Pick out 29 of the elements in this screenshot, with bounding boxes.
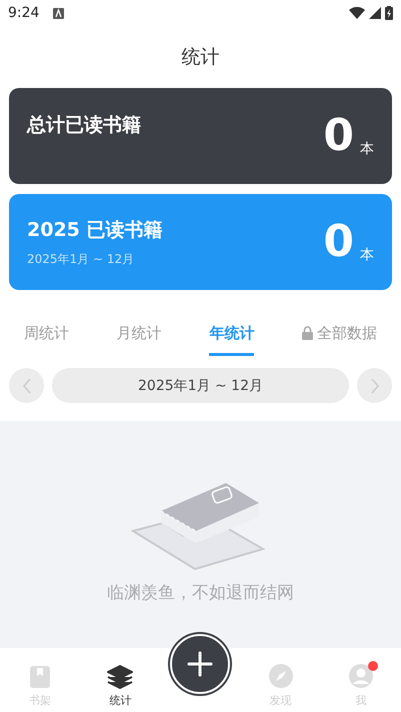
plus-icon — [187, 651, 213, 677]
previous-button[interactable] — [9, 368, 44, 403]
nav-tab[interactable]: 统计 — [90, 665, 150, 708]
unit-label: 本 — [360, 141, 374, 158]
layers-icon — [107, 665, 134, 689]
stats-tab[interactable]: 月统计 — [116, 320, 162, 356]
card-label: 2025 已读书籍 — [27, 218, 162, 242]
wifi-icon — [349, 7, 365, 19]
status-time: 9:24 — [8, 5, 40, 21]
date-range: 2025年1月 ~ 12月 — [27, 250, 136, 268]
stats-tab[interactable]: 周统计 — [24, 320, 69, 356]
compass-icon — [268, 663, 294, 689]
card-label: 总计已读书籍 — [27, 113, 141, 138]
battery-icon — [385, 6, 393, 20]
book-count: 0 — [323, 220, 354, 264]
unit-label: 本 — [360, 247, 374, 264]
book-count: 0 — [323, 114, 354, 158]
keyboard-icon — [53, 8, 64, 18]
signal-icon — [369, 7, 381, 19]
chevron-left-icon — [22, 378, 32, 394]
stats-tab[interactable]: 年统计 — [209, 320, 254, 356]
period-selector[interactable]: 2025年1月 ~ 12月 — [52, 368, 349, 403]
page-title: 统计 — [182, 45, 220, 70]
next-button[interactable] — [357, 368, 392, 403]
user-icon — [348, 663, 374, 689]
stats-tab[interactable]: 全部数据 — [302, 320, 378, 356]
empty-message: 临渊羡鱼，不如退而结网 — [107, 582, 294, 604]
book-icon — [29, 665, 52, 689]
chevron-right-icon — [370, 378, 380, 394]
